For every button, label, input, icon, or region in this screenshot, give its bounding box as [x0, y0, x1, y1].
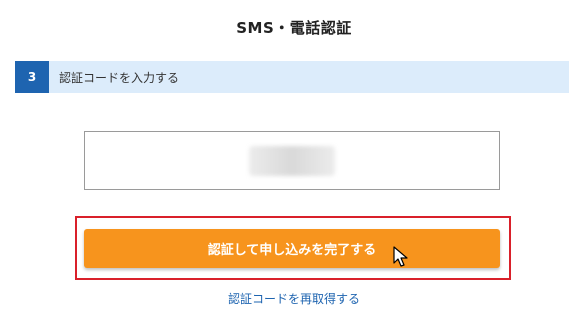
- page-title: SMS・電話認証: [236, 19, 352, 37]
- verification-code-input[interactable]: [84, 131, 500, 190]
- verification-code-value: [249, 145, 335, 176]
- step-number-badge: 3: [15, 61, 49, 93]
- complete-application-button[interactable]: 認証して申し込みを完了する: [84, 229, 500, 268]
- mouse-pointer-icon: [393, 246, 408, 267]
- step-header: 3 認証コードを入力する: [15, 61, 569, 93]
- step-label: 認証コードを入力する: [59, 70, 180, 85]
- resend-code-link[interactable]: 認証コードを再取得する: [0, 290, 588, 307]
- sms-phone-verification-page: SMS・電話認証 3 認証コードを入力する 認証して申し込みを完了する 認証コー…: [0, 0, 588, 314]
